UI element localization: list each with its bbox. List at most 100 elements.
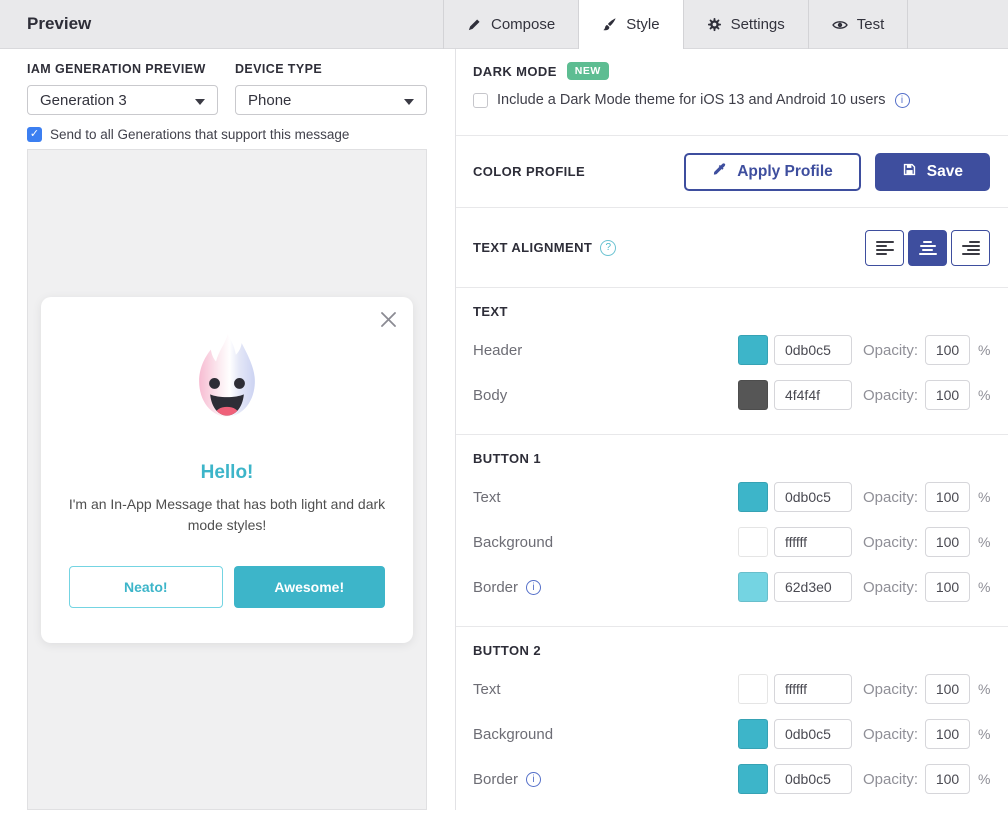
hex-input[interactable] — [774, 482, 852, 512]
color-swatch[interactable] — [738, 764, 768, 794]
tab-style[interactable]: Style — [578, 0, 682, 49]
percent-sign: % — [978, 726, 990, 742]
generation-select[interactable]: Generation 3 — [27, 85, 218, 115]
align-right-button[interactable] — [951, 230, 990, 266]
hex-input[interactable] — [774, 719, 852, 749]
dark-mode-checkbox[interactable] — [473, 93, 488, 108]
device-type-label: DEVICE TYPE — [235, 62, 322, 76]
message-button-2[interactable]: Awesome! — [234, 566, 386, 608]
hex-input[interactable] — [774, 380, 852, 410]
pencil-icon — [467, 17, 482, 32]
message-buttons-row: Neato! Awesome! — [41, 566, 413, 608]
message-button-1[interactable]: Neato! — [69, 566, 223, 608]
color-row-background: Background Opacity: % — [473, 527, 990, 557]
help-icon[interactable]: ? — [600, 240, 616, 256]
tab-settings[interactable]: Settings — [683, 0, 808, 49]
opacity-label: Opacity: — [863, 387, 918, 404]
opacity-input[interactable] — [925, 719, 970, 749]
percent-sign: % — [978, 534, 990, 550]
tab-bar: Compose Style Settings Test — [443, 0, 908, 49]
section-text: TEXT Header Opacity: % Body Opacity: % — [456, 288, 1008, 434]
hex-input[interactable] — [774, 527, 852, 557]
device-preview-area: Hello! I'm an In-App Message that has bo… — [27, 149, 427, 810]
send-all-label: Send to all Generations that support thi… — [50, 127, 349, 142]
tab-test[interactable]: Test — [808, 0, 909, 49]
opacity-label: Opacity: — [863, 681, 918, 698]
section-button-2: BUTTON 2 Text Opacity: % Background Opac… — [456, 627, 1008, 818]
row-label: Background — [473, 726, 738, 743]
tab-label: Style — [626, 16, 659, 33]
new-badge: NEW — [567, 62, 609, 80]
message-header-text: Hello! — [41, 462, 413, 484]
opacity-input[interactable] — [925, 572, 970, 602]
align-center-button[interactable] — [908, 230, 947, 266]
color-row-text: Text Opacity: % — [473, 674, 990, 704]
percent-sign: % — [978, 681, 990, 697]
row-label: Borderi — [473, 579, 738, 596]
hex-input[interactable] — [774, 335, 852, 365]
color-swatch[interactable] — [738, 674, 768, 704]
chevron-down-icon — [404, 99, 414, 105]
color-swatch[interactable] — [738, 482, 768, 512]
page-title: Preview — [27, 0, 91, 48]
chevron-down-icon — [195, 99, 205, 105]
opacity-input[interactable] — [925, 335, 970, 365]
row-label: Body — [473, 387, 738, 404]
color-row-border: Borderi Opacity: % — [473, 572, 990, 602]
hex-input[interactable] — [774, 674, 852, 704]
color-row-background: Background Opacity: % — [473, 719, 990, 749]
text-alignment-row: TEXT ALIGNMENT ? — [473, 208, 990, 287]
apply-profile-label: Apply Profile — [737, 163, 833, 181]
row-label: Text — [473, 681, 738, 698]
text-alignment-heading: TEXT ALIGNMENT — [473, 240, 592, 255]
dark-mode-block: DARK MODE NEW Include a Dark Mode theme … — [456, 49, 1008, 135]
percent-sign: % — [978, 489, 990, 505]
send-all-generations-row: ✓ Send to all Generations that support t… — [27, 127, 349, 142]
hex-input[interactable] — [774, 572, 852, 602]
row-label: Background — [473, 534, 738, 551]
color-row-body: Body Opacity: % — [473, 380, 990, 410]
color-row-border: Borderi Opacity: % — [473, 764, 990, 794]
row-label: Text — [473, 489, 738, 506]
device-type-select[interactable]: Phone — [235, 85, 427, 115]
align-left-button[interactable] — [865, 230, 904, 266]
opacity-label: Opacity: — [863, 489, 918, 506]
row-label: Borderi — [473, 771, 738, 788]
hex-input[interactable] — [774, 764, 852, 794]
percent-sign: % — [978, 579, 990, 595]
flame-mascot-image — [183, 315, 271, 443]
save-button[interactable]: Save — [875, 153, 990, 191]
color-swatch[interactable] — [738, 527, 768, 557]
color-profile-heading: COLOR PROFILE — [473, 164, 585, 179]
tab-label: Settings — [731, 16, 785, 33]
opacity-input[interactable] — [925, 482, 970, 512]
apply-profile-button[interactable]: Apply Profile — [684, 153, 861, 191]
opacity-input[interactable] — [925, 764, 970, 794]
preview-panel: IAM GENERATION PREVIEW DEVICE TYPE Gener… — [0, 49, 456, 810]
generation-select-value: Generation 3 — [40, 92, 127, 109]
info-icon[interactable]: i — [526, 772, 541, 787]
color-swatch[interactable] — [738, 335, 768, 365]
opacity-input[interactable] — [925, 674, 970, 704]
top-bar: Preview Compose Style Settings Test — [0, 0, 1008, 49]
section-heading: BUTTON 1 — [473, 451, 990, 466]
send-all-checkbox[interactable]: ✓ — [27, 127, 42, 142]
info-icon[interactable]: i — [526, 580, 541, 595]
color-swatch[interactable] — [738, 572, 768, 602]
save-disk-icon — [902, 162, 917, 182]
info-icon[interactable]: i — [895, 93, 910, 108]
style-panel: DARK MODE NEW Include a Dark Mode theme … — [456, 49, 1008, 810]
opacity-input[interactable] — [925, 527, 970, 557]
opacity-label: Opacity: — [863, 771, 918, 788]
color-row-text: Text Opacity: % — [473, 482, 990, 512]
percent-sign: % — [978, 342, 990, 358]
color-swatch[interactable] — [738, 719, 768, 749]
tab-label: Test — [857, 16, 885, 33]
align-left-icon — [876, 241, 894, 255]
color-swatch[interactable] — [738, 380, 768, 410]
opacity-label: Opacity: — [863, 726, 918, 743]
row-label: Header — [473, 342, 738, 359]
opacity-input[interactable] — [925, 380, 970, 410]
close-icon[interactable] — [378, 309, 399, 335]
tab-compose[interactable]: Compose — [443, 0, 578, 49]
